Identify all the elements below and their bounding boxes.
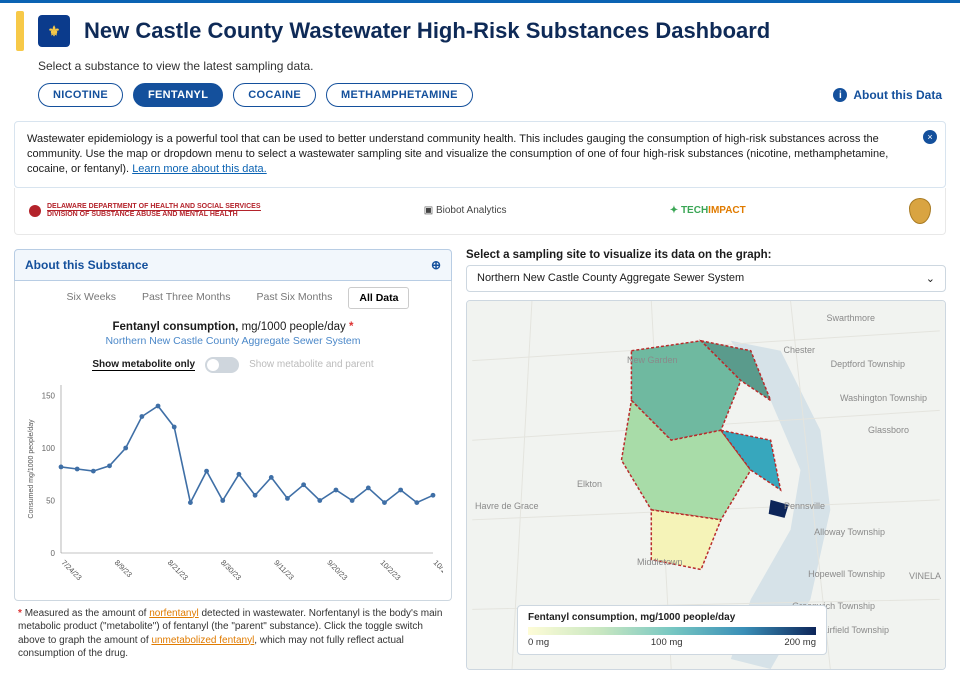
page-header: ⚜ New Castle County Wastewater High-Risk… [0, 3, 960, 55]
svg-text:150: 150 [42, 391, 56, 400]
norfentanyl-link[interactable]: norfentanyl [149, 608, 198, 619]
site-dropdown[interactable]: Northern New Castle County Aggregate Sew… [466, 265, 946, 292]
site-selected-value: Northern New Castle County Aggregate Sew… [477, 272, 744, 284]
map-label: Glassboro [868, 425, 909, 435]
svg-text:8/30/23: 8/30/23 [219, 558, 243, 582]
dhss-line2: DIVISION OF SUBSTANCE ABUSE AND MENTAL H… [47, 210, 261, 218]
chart-title: Fentanyl consumption, mg/1000 people/day… [23, 321, 443, 333]
svg-text:Consumed mg/1000 people/day: Consumed mg/1000 people/day [28, 418, 35, 518]
chart-subtitle: Northern New Castle County Aggregate Sew… [23, 335, 443, 347]
county-seal-icon: ⚜ [38, 15, 70, 47]
shield-badge-icon [909, 198, 931, 224]
legend-mid: 100 mg [651, 637, 683, 648]
about-substance-label: About this Substance [25, 258, 148, 272]
svg-text:8/21/23: 8/21/23 [166, 558, 190, 582]
svg-text:8/9/23: 8/9/23 [113, 558, 134, 579]
svg-text:10/2/23: 10/2/23 [378, 558, 402, 582]
map-label: Alloway Township [814, 527, 885, 537]
svg-text:50: 50 [46, 496, 55, 505]
info-icon: i [833, 88, 847, 102]
map-label: VINELA [909, 571, 941, 581]
svg-text:10/11/23: 10/11/23 [432, 558, 443, 585]
page-subtitle: Select a substance to view the latest sa… [0, 55, 960, 83]
asterisk-icon: * [349, 321, 353, 333]
accent-bar [16, 11, 24, 51]
close-icon[interactable]: × [923, 130, 937, 144]
svg-text:9/20/23: 9/20/23 [325, 558, 349, 582]
metabolite-toggle[interactable] [205, 357, 239, 373]
range-six-months[interactable]: Past Six Months [246, 287, 342, 309]
title-bold: Dashboard [655, 18, 770, 43]
map-label: New Garden [627, 355, 678, 365]
unmetabolized-link[interactable]: unmetabolized fentanyl [151, 635, 254, 646]
map-label: Swarthmore [826, 313, 875, 323]
map-label: Elkton [577, 479, 602, 489]
expand-icon[interactable]: ⊕ [431, 258, 441, 272]
sponsor-biobot: ▣ Biobot Analytics [424, 205, 507, 216]
map-label: Deptford Township [831, 359, 905, 369]
legend-gradient [528, 627, 816, 635]
toggle-on-label: Show metabolite only [92, 359, 195, 371]
map-label: Chester [783, 345, 815, 355]
toggle-off-label: Show metabolite and parent [249, 359, 374, 370]
about-data-link[interactable]: i About this Data [833, 88, 942, 102]
site-select-label: Select a sampling site to visualize its … [466, 249, 946, 261]
map-label: Fairfield Township [817, 625, 889, 635]
range-six-weeks[interactable]: Six Weeks [57, 287, 126, 309]
legend-title: Fentanyl consumption, mg/1000 people/day [528, 612, 816, 623]
range-all-data[interactable]: All Data [348, 287, 409, 309]
consumption-line-chart: 0 50 100 150 Consumed mg/1000 people/day 7/24… [23, 379, 443, 589]
tab-cocaine[interactable]: COCAINE [233, 83, 316, 107]
dhss-line1: DELAWARE DEPARTMENT OF HEALTH AND SOCIAL… [47, 203, 261, 210]
map-legend: Fentanyl consumption, mg/1000 people/day… [517, 605, 827, 655]
chevron-down-icon: ⌄ [926, 272, 935, 285]
svg-text:0: 0 [51, 549, 56, 558]
range-three-months[interactable]: Past Three Months [132, 287, 241, 309]
tab-nicotine[interactable]: NICOTINE [38, 83, 123, 107]
substance-tabs: NICOTINE FENTANYL COCAINE METHAMPHETAMIN… [18, 83, 473, 107]
map-label: Havre de Grace [475, 501, 539, 511]
title-prefix: New Castle County Wastewater High-Risk S… [84, 18, 655, 43]
tab-fentanyl[interactable]: FENTANYL [133, 83, 223, 107]
chart-footnote: * Measured as the amount of norfentanyl … [14, 601, 452, 661]
sponsor-dhss: DELAWARE DEPARTMENT OF HEALTH AND SOCIAL… [29, 203, 261, 218]
time-range-tabs: Six Weeks Past Three Months Past Six Mon… [15, 281, 451, 315]
sampling-map[interactable]: Swarthmore Chester Deptford Township Was… [466, 300, 946, 670]
legend-min: 0 mg [528, 637, 549, 648]
map-label: Hopewell Township [808, 569, 885, 579]
page-title: New Castle County Wastewater High-Risk S… [84, 18, 770, 44]
legend-max: 200 mg [784, 637, 816, 648]
about-substance-panel-header[interactable]: About this Substance ⊕ [14, 249, 452, 281]
about-data-label: About this Data [853, 88, 942, 102]
info-banner: Wastewater epidemiology is a powerful to… [14, 121, 946, 188]
svg-text:7/24/23: 7/24/23 [60, 558, 84, 582]
svg-text:100: 100 [42, 444, 56, 453]
map-label: Washington Township [840, 393, 927, 403]
sponsor-techimpact: ✦ TECHIMPACT [670, 205, 746, 216]
tab-methamphetamine[interactable]: METHAMPHETAMINE [326, 83, 473, 107]
sponsor-row: DELAWARE DEPARTMENT OF HEALTH AND SOCIAL… [14, 188, 946, 235]
dhss-logo-icon [29, 205, 41, 217]
svg-text:9/11/23: 9/11/23 [272, 558, 296, 582]
map-label: Middletown [637, 557, 683, 567]
map-label: Pennsville [784, 501, 825, 511]
learn-more-link[interactable]: Learn more about this data. [132, 163, 267, 175]
